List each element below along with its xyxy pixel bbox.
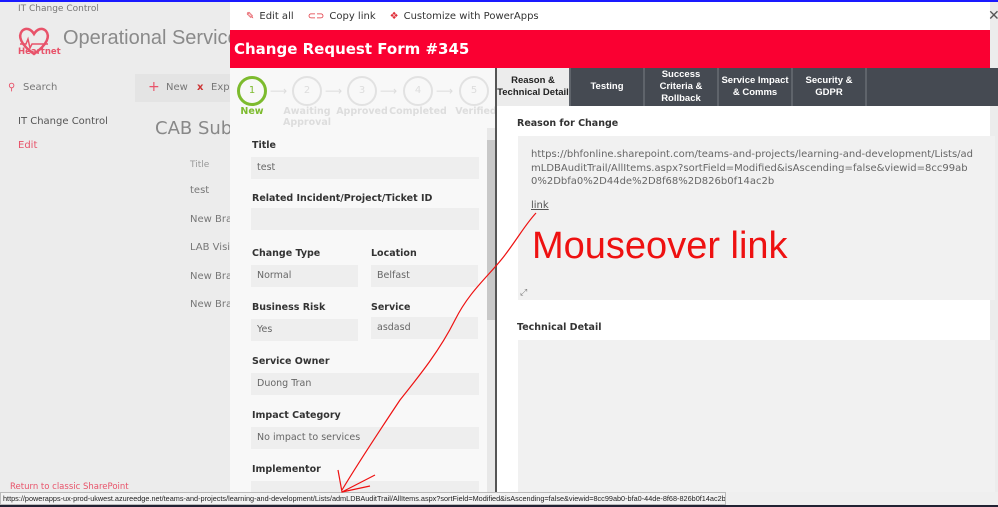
implementor-label: Implementor bbox=[252, 464, 321, 475]
logo-text: Heartnet bbox=[18, 47, 61, 57]
reason-link[interactable]: link bbox=[531, 199, 982, 213]
close-icon[interactable]: ✕ bbox=[988, 8, 998, 24]
arrow-icon: ⟶ bbox=[436, 84, 454, 98]
copy-link-label: Copy link bbox=[329, 10, 376, 22]
reason-text: https://bhfonline.sharepoint.com/teams-a… bbox=[531, 149, 974, 187]
edit-all-label: Edit all bbox=[259, 10, 294, 22]
service-field[interactable]: asdasd bbox=[371, 317, 478, 339]
technical-detail-label: Technical Detail bbox=[517, 322, 602, 333]
pencil-icon: ✎ bbox=[246, 10, 255, 22]
tab-reason-technical-detail[interactable]: Reason & Technical Detail bbox=[497, 68, 571, 106]
tab-security-gdpr[interactable]: Security & GDPR bbox=[793, 68, 867, 106]
site-title[interactable]: Operational Services bbox=[63, 27, 249, 50]
form-title: Change Request Form #345 bbox=[230, 30, 990, 68]
title-field[interactable]: test bbox=[251, 157, 479, 179]
technical-detail-field[interactable] bbox=[518, 340, 995, 492]
column-header-title[interactable]: Title bbox=[190, 160, 209, 170]
site-breadcrumb[interactable]: IT Change Control bbox=[18, 4, 99, 14]
step-3[interactable]: 3 bbox=[347, 76, 377, 106]
service-owner-field[interactable]: Duong Tran bbox=[251, 373, 479, 395]
arrow-icon: ⟶ bbox=[380, 84, 398, 98]
tab-service-impact-comms[interactable]: Service Impact & Comms bbox=[719, 68, 793, 106]
excel-icon: x bbox=[197, 82, 204, 93]
step-label-awaiting-approval: Awaiting Approval bbox=[282, 106, 332, 128]
edit-all-button[interactable]: ✎ Edit all bbox=[246, 11, 294, 22]
status-bar-url: https://powerapps-ux-prod-ukwest.azureed… bbox=[0, 492, 726, 505]
impact-category-field[interactable]: No impact to services bbox=[251, 427, 479, 449]
step-label-approved: Approved bbox=[336, 106, 388, 117]
new-button[interactable]: New bbox=[166, 82, 188, 93]
plus-icon: + bbox=[148, 79, 160, 95]
copy-link-button[interactable]: ⊂⊃ Copy link bbox=[308, 11, 376, 22]
impact-category-label: Impact Category bbox=[252, 410, 341, 421]
service-label: Service bbox=[371, 302, 411, 313]
step-label-new: New bbox=[240, 106, 264, 117]
customize-label: Customize with PowerApps bbox=[403, 10, 539, 22]
related-id-label: Related Incident/Project/Ticket ID bbox=[252, 193, 433, 204]
location-field[interactable]: Belfast bbox=[371, 265, 478, 287]
search-box[interactable]: Search bbox=[23, 82, 57, 93]
pane-divider bbox=[495, 68, 497, 492]
customize-powerapps-button[interactable]: ❖ Customize with PowerApps bbox=[390, 11, 539, 22]
tab-success-criteria-rollback[interactable]: Success Criteria & Rollback bbox=[645, 68, 719, 106]
scrollbar-thumb[interactable] bbox=[487, 140, 495, 320]
link-icon: ⊂⊃ bbox=[307, 10, 325, 22]
search-icon[interactable]: ⚲ bbox=[8, 82, 15, 93]
step-label-verified: Verified bbox=[455, 106, 497, 117]
step-5[interactable]: 5 bbox=[459, 76, 489, 106]
nav-item-it-change-control[interactable]: IT Change Control bbox=[18, 116, 108, 127]
implementor-field[interactable] bbox=[251, 481, 479, 492]
reason-for-change-label: Reason for Change bbox=[517, 118, 619, 129]
step-label-completed: Completed bbox=[389, 106, 447, 117]
form-fields: Title test Related Incident/Project/Tick… bbox=[230, 128, 487, 492]
related-id-field[interactable] bbox=[251, 208, 479, 230]
business-risk-field[interactable]: Yes bbox=[251, 319, 358, 341]
list-row[interactable]: test bbox=[190, 185, 209, 196]
location-label: Location bbox=[371, 248, 417, 259]
form-tabs: Reason & Technical Detail Testing Succes… bbox=[497, 68, 998, 106]
change-type-field[interactable]: Normal bbox=[251, 265, 358, 287]
step-4[interactable]: 4 bbox=[403, 76, 433, 106]
change-type-label: Change Type bbox=[252, 248, 321, 259]
nav-edit-link[interactable]: Edit bbox=[18, 140, 37, 151]
title-label: Title bbox=[252, 140, 276, 151]
annotation-text: Mouseover link bbox=[532, 225, 788, 267]
powerapps-icon: ❖ bbox=[389, 10, 399, 22]
step-2[interactable]: 2 bbox=[292, 76, 322, 106]
form-command-bar: ✎ Edit all ⊂⊃ Copy link ❖ Customize with Po… bbox=[230, 2, 990, 30]
step-1[interactable]: 1 bbox=[237, 76, 267, 106]
reason-for-change-field[interactable]: https://bhfonline.sharepoint.com/teams-a… bbox=[518, 136, 995, 300]
business-risk-label: Business Risk bbox=[252, 302, 326, 313]
arrow-icon: ⟶ bbox=[325, 84, 343, 98]
expand-icon[interactable]: ⤢ bbox=[520, 288, 527, 298]
tab-testing[interactable]: Testing bbox=[571, 68, 645, 106]
return-to-classic-link[interactable]: Return to classic SharePoint bbox=[10, 482, 129, 492]
service-owner-label: Service Owner bbox=[252, 356, 330, 367]
arrow-icon: ⟶ bbox=[270, 84, 288, 98]
